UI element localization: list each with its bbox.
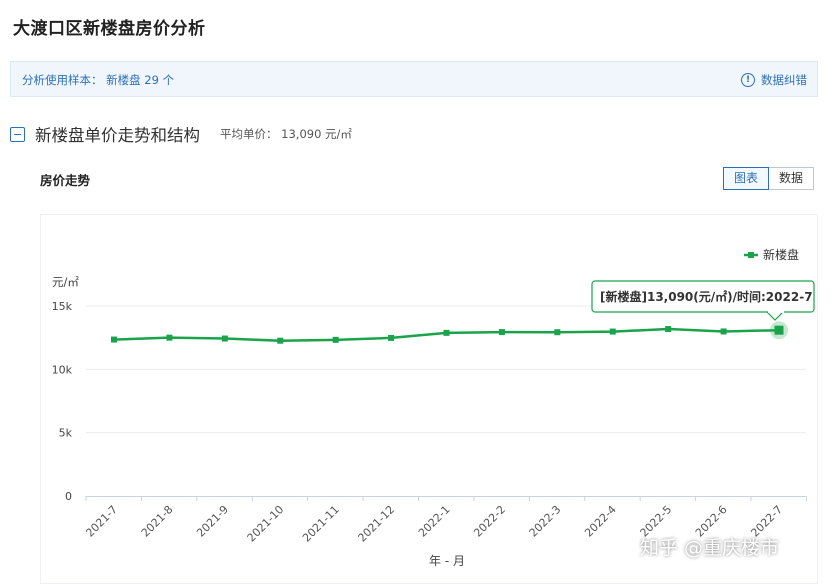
sample-info-bar: 分析使用样本： 新楼盘 29 个 ! 数据纠错	[10, 61, 818, 97]
price-trend-section-header: 新楼盘单价走势和结构 平均单价： 13,090 元/㎡	[10, 122, 352, 146]
x-tick-label: 2021-12	[356, 503, 398, 545]
data-correction-label: 数据纠错	[761, 73, 807, 87]
x-tick-label: 2021-10	[245, 503, 287, 545]
section-title: 新楼盘单价走势和结构	[35, 126, 200, 145]
y-tick-label: 5k	[59, 427, 73, 440]
data-point	[221, 335, 228, 342]
y-tick-label: 10k	[52, 363, 73, 376]
page-title: 大渡口区新楼盘房价分析	[13, 19, 206, 39]
x-axis-title: 年 - 月	[429, 554, 465, 568]
x-tick-label: 2021-7	[83, 503, 120, 540]
x-tick-label: 2022-3	[527, 503, 564, 540]
data-point	[166, 334, 173, 341]
data-point	[111, 336, 117, 343]
data-point	[554, 329, 561, 336]
x-tick-label: 2022-1	[416, 503, 453, 540]
y-tick-label: 0	[65, 490, 72, 503]
chart-card: 0 5k 10k 15k 2021-7 2021-8 2021-9 2021-10 2021-1…	[40, 214, 818, 584]
data-point	[277, 337, 284, 344]
tab-chart[interactable]: 图表	[723, 167, 770, 190]
x-tick-label: 2021-9	[194, 503, 231, 540]
x-tick-label: 2022-2	[471, 503, 508, 540]
tooltip-pointer	[766, 311, 784, 321]
data-point	[388, 334, 395, 341]
legend-marker	[748, 252, 754, 258]
data-correction-link[interactable]: ! 数据纠错	[741, 72, 807, 88]
collapse-icon[interactable]	[10, 126, 25, 142]
y-axis-title: 元/㎡	[52, 275, 79, 289]
legend-label: 新楼盘	[763, 247, 799, 262]
average-price: 平均单价： 13,090 元/㎡	[220, 127, 352, 141]
watermark: 知乎 @重庆楼市	[640, 537, 780, 559]
x-tick-label: 2022-4	[582, 503, 619, 540]
tab-data[interactable]: 数据	[769, 167, 815, 190]
sample-info-text: 分析使用样本： 新楼盘 29 个	[22, 73, 175, 87]
x-tick-label: 2021-8	[139, 503, 176, 540]
data-point	[443, 329, 450, 336]
data-point	[774, 325, 784, 335]
data-point	[609, 328, 616, 335]
tooltip-text: [新楼盘]13,090(元/㎡)/时间:2022-7	[600, 289, 813, 304]
view-toggle: 图表 数据	[723, 167, 815, 190]
info-icon: !	[741, 73, 755, 87]
x-tick-label: 2021-11	[300, 503, 342, 545]
data-point	[665, 326, 672, 333]
y-tick-label: 15k	[52, 300, 73, 313]
chart-title: 房价走势	[40, 173, 91, 188]
price-trend-chart: 0 5k 10k 15k 2021-7 2021-8 2021-9 2021-10 2021-1…	[52, 247, 815, 568]
data-point	[498, 329, 505, 336]
data-point	[332, 336, 339, 343]
data-point	[720, 328, 727, 335]
